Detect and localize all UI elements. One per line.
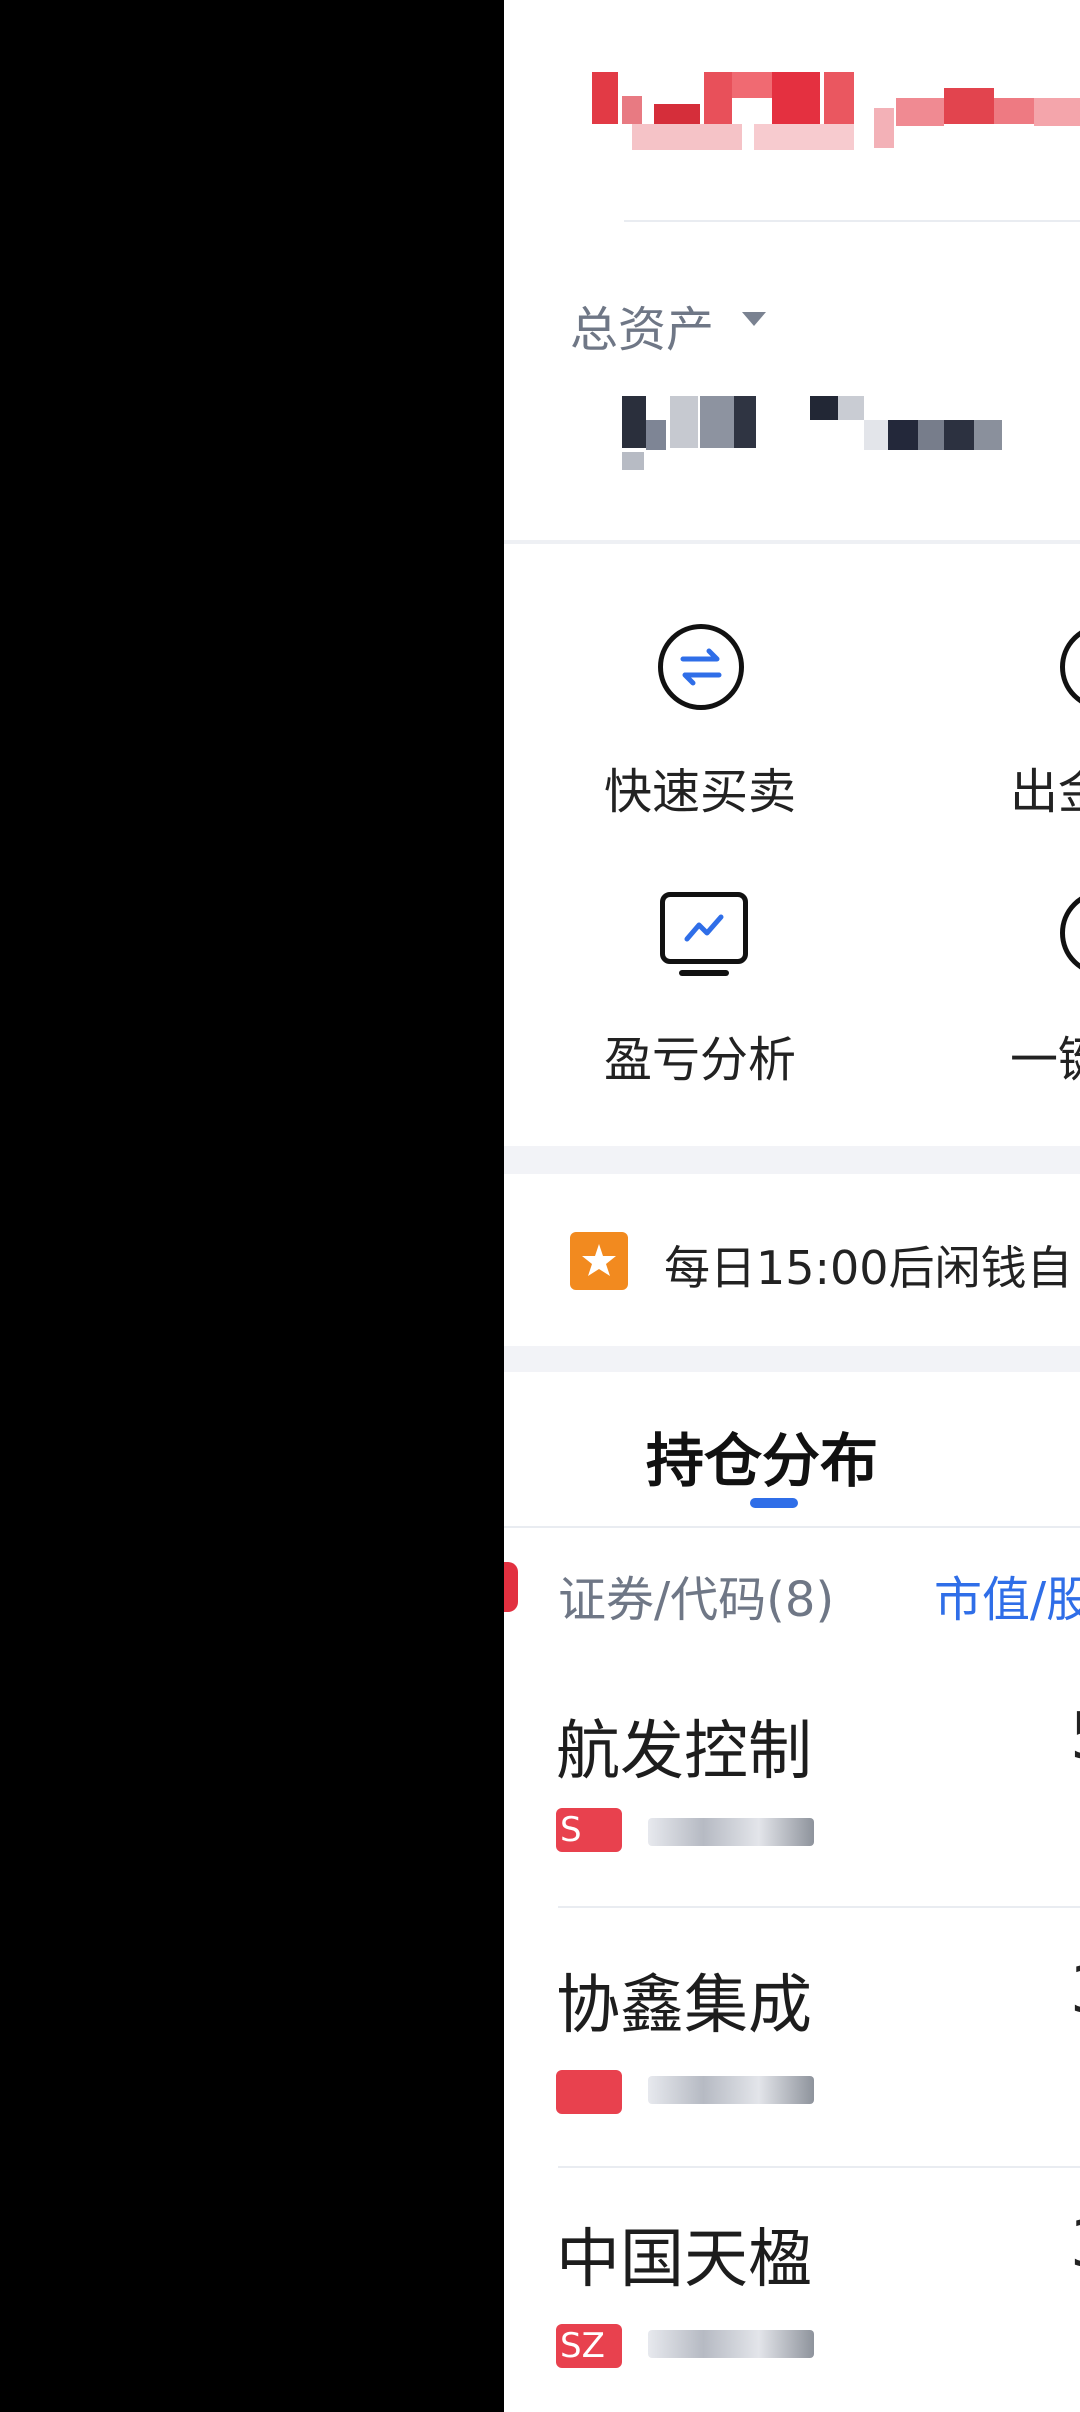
quick-action-label: 盈亏分析 [604, 1032, 797, 1088]
security-name: 协鑫集成 [556, 1969, 812, 2043]
divider [558, 1906, 1080, 1908]
dropdown-caret-icon[interactable] [742, 312, 766, 326]
security-name: 中国天楹 [556, 2223, 812, 2297]
circle-icon [1060, 624, 1080, 710]
circle-icon [1060, 890, 1080, 976]
monitor-stand-icon [679, 970, 729, 976]
market-value: 5 [1070, 1700, 1080, 1774]
redacted-security-code [648, 2330, 814, 2358]
red-side-marker [504, 1562, 518, 1612]
market-value: 3 [1070, 2208, 1080, 2282]
column-header-security-code[interactable]: 证券/代码(8) [558, 1560, 834, 1630]
section-gap [504, 1346, 1080, 1372]
market-badge: S [556, 1808, 622, 1852]
trading-account-panel: 总资产 快速买卖 出金 [504, 0, 1080, 2412]
divider [558, 2166, 1080, 2168]
redacted-security-code [648, 1818, 814, 1846]
star-icon [570, 1232, 628, 1290]
active-tab-indicator [750, 1498, 798, 1508]
quick-action-label: 快速买卖 [604, 764, 797, 820]
security-name: 航发控制 [556, 1715, 812, 1789]
section-divider [504, 540, 1080, 544]
divider [504, 1526, 1080, 1528]
quick-action-label: 出金 [1010, 764, 1080, 820]
market-badge [556, 2070, 622, 2114]
tab-holdings-distribution[interactable]: 持仓分布 [646, 1414, 878, 1498]
section-gap [504, 1146, 1080, 1174]
notice-text: 每日15:00后闲钱自 [664, 1241, 1073, 1295]
redacted-security-code [648, 2076, 814, 2104]
trend-monitor-icon [660, 892, 748, 964]
total-assets-label[interactable]: 总资产 [570, 290, 714, 360]
market-value: 3 [1070, 1954, 1080, 2028]
swap-arrows-icon [658, 624, 744, 710]
column-header-market-value[interactable]: 市值/股 [934, 1560, 1080, 1630]
divider [624, 220, 1080, 222]
market-badge: SZ [556, 2324, 622, 2368]
quick-action-label: 一键 [1010, 1032, 1080, 1088]
